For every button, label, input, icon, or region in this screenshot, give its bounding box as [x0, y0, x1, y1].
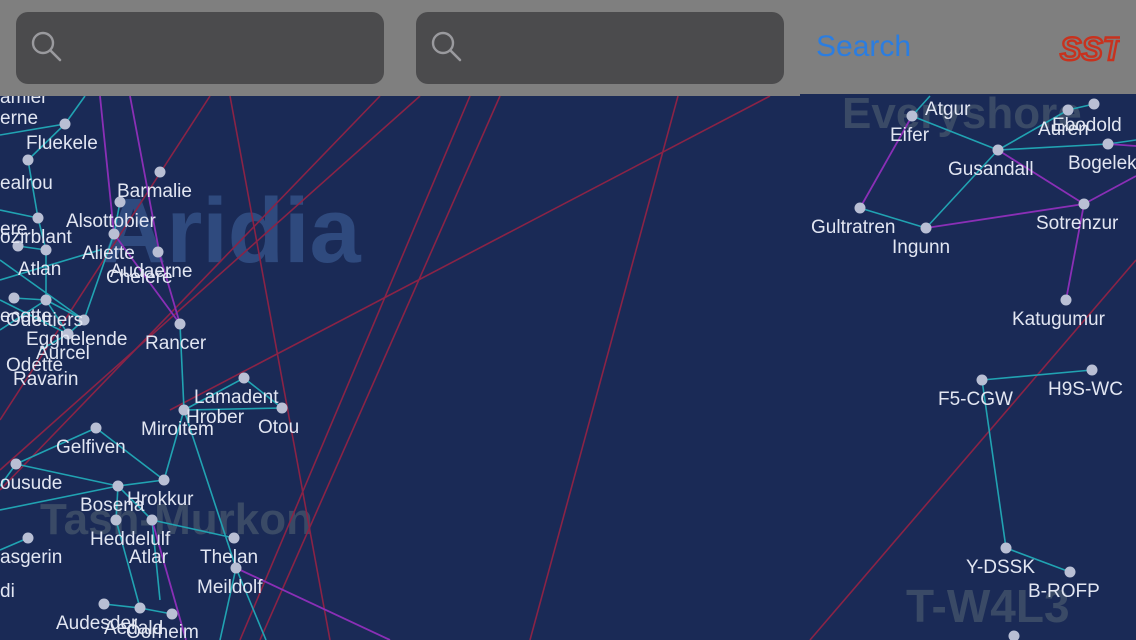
system-node — [8, 292, 20, 304]
system-node — [110, 514, 122, 526]
system-label[interactable]: asgerin — [0, 547, 62, 568]
system-node — [228, 532, 240, 544]
system-label[interactable]: Eifer — [890, 125, 930, 146]
star-map[interactable]: Aridia Tash-Murkon Everyshore T-W4L3 ami… — [0, 0, 1136, 640]
origin-search-field[interactable] — [16, 12, 384, 84]
system-node — [10, 458, 22, 470]
system-label[interactable]: Alsottobier — [66, 211, 156, 232]
system-label[interactable]: H9S-WC — [1048, 379, 1123, 400]
system-label[interactable]: Atlan — [18, 259, 61, 280]
system-node — [22, 532, 34, 544]
system-label[interactable]: Barmalie — [117, 181, 192, 202]
system-label[interactable]: Odettiers — [6, 310, 83, 331]
system-label[interactable]: di — [0, 581, 15, 602]
system-node — [174, 318, 186, 330]
system-node — [854, 202, 866, 214]
system-node — [40, 294, 52, 306]
system-label[interactable]: Atlar — [129, 547, 169, 568]
system-label[interactable]: Gultratren — [811, 217, 895, 238]
system-node — [59, 118, 71, 130]
system-node — [920, 222, 932, 234]
app-logo: SST — [1059, 30, 1120, 66]
system-node — [134, 602, 146, 614]
system-label[interactable]: Meildolf — [197, 577, 263, 598]
system-node — [1062, 104, 1074, 116]
system-label[interactable]: Oorheim — [126, 622, 199, 640]
system-node — [238, 372, 250, 384]
system-label[interactable]: Thelan — [200, 547, 258, 568]
search-button[interactable]: Search — [816, 30, 911, 64]
system-node — [1088, 98, 1100, 110]
system-node — [1102, 138, 1114, 150]
system-node — [112, 480, 124, 492]
system-label[interactable]: Atgur — [925, 99, 971, 120]
system-label[interactable]: ealrou — [0, 173, 53, 194]
system-node — [992, 144, 1004, 156]
system-node — [1060, 294, 1072, 306]
system-label[interactable]: Y-DSSK — [966, 557, 1035, 578]
system-label[interactable]: F5-CGW — [938, 389, 1013, 410]
system-node — [158, 474, 170, 486]
system-label[interactable]: erne — [0, 108, 38, 129]
origin-search-input[interactable] — [76, 26, 370, 72]
logo-text: SST — [1060, 31, 1120, 66]
system-label[interactable]: Chelere — [106, 267, 173, 288]
system-node — [1000, 542, 1012, 554]
system-label[interactable]: Gelfiven — [56, 437, 126, 458]
system-label[interactable]: Hrokkur — [127, 489, 194, 510]
system-node — [90, 422, 102, 434]
system-label[interactable]: Sotrenzur — [1036, 213, 1119, 234]
system-node — [976, 374, 988, 386]
system-node — [152, 246, 164, 258]
system-label[interactable]: B-ROFP — [1028, 581, 1100, 602]
system-label[interactable]: Ingunn — [892, 237, 950, 258]
system-label[interactable]: Otou — [258, 417, 299, 438]
system-label[interactable]: Rancer — [145, 333, 207, 354]
destination-search-input[interactable] — [476, 26, 770, 72]
system-node — [1086, 364, 1098, 376]
system-label[interactable]: ousude — [0, 473, 62, 494]
system-node — [166, 608, 178, 620]
system-label[interactable]: Bogelek — [1068, 153, 1136, 174]
system-node — [22, 154, 34, 166]
system-node — [906, 110, 918, 122]
system-label[interactable]: ozirblant — [0, 227, 73, 248]
system-label[interactable]: Gusandall — [948, 159, 1034, 180]
system-label[interactable]: Katugumur — [1012, 309, 1106, 330]
system-node — [98, 598, 110, 610]
search-icon — [431, 31, 462, 62]
search-icon — [31, 31, 62, 62]
system-label[interactable]: Fluekele — [26, 133, 98, 154]
system-label[interactable]: Ravarin — [13, 369, 78, 390]
system-node — [1078, 198, 1090, 210]
system-node — [146, 514, 158, 526]
system-node — [32, 212, 44, 224]
system-label[interactable]: Ebodold — [1052, 115, 1122, 136]
destination-search-field[interactable] — [416, 12, 784, 84]
system-label[interactable]: Miroitem — [141, 419, 214, 440]
system-node — [1064, 566, 1076, 578]
system-node — [154, 166, 166, 178]
system-label[interactable]: Lamadent — [194, 387, 279, 408]
